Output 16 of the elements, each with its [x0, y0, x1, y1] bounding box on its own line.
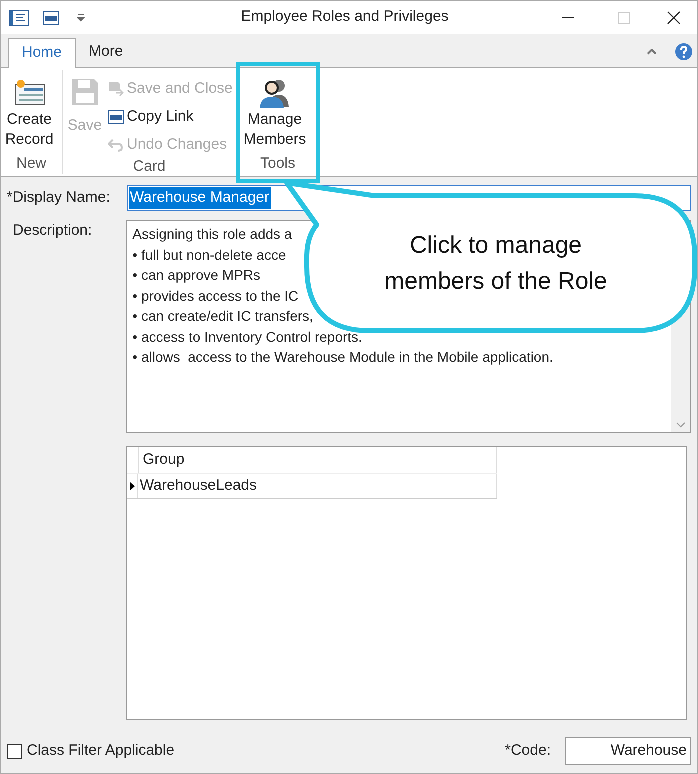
description-line: • can approve MPRs — [132, 266, 261, 285]
field-label: *Display Name: — [7, 188, 112, 208]
group-label: Card — [133, 158, 166, 176]
field-label: Description: — [12, 221, 94, 241]
group-label: Tools — [260, 155, 296, 173]
description-line: • provides access to the IC — [132, 286, 299, 306]
description-line: Assigning this role adds a — [132, 225, 292, 244]
checkbox-label: Class Filter Applicable — [27, 740, 175, 761]
callout-text: Click to manage members of the Role — [384, 230, 608, 296]
description-line: • full but non-delete acce — [132, 246, 286, 264]
window-title: Employee Roles and Privileges — [241, 7, 449, 28]
description-line: • allows access to the Warehouse Module in the Mobile application. — [132, 348, 554, 367]
description-line: • access to Inventory Control reports. — [132, 328, 362, 347]
description-line: • can create/edit IC transfers, — [132, 307, 314, 326]
group-label: New — [16, 155, 46, 173]
field-label: *Code: — [505, 740, 551, 761]
